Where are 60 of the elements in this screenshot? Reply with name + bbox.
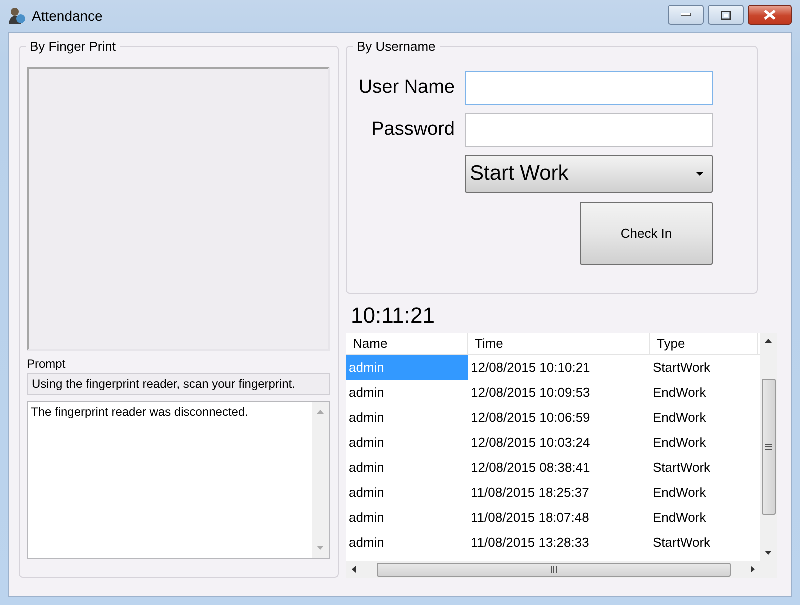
table-cell[interactable]: 11/08/2015 18:07:48 — [468, 505, 650, 530]
scroll-thumb[interactable] — [376, 562, 730, 576]
app-icon — [8, 7, 26, 25]
column-header[interactable]: Name — [346, 333, 468, 354]
table-cell[interactable]: 12/08/2015 10:10:21 — [468, 355, 650, 380]
table-cell[interactable]: EndWork — [650, 430, 758, 455]
group-title: By Finger Print — [26, 39, 120, 54]
field-label: Password — [370, 119, 456, 141]
scroll-up-icon — [765, 339, 772, 343]
table-cell[interactable]: admin — [346, 430, 468, 455]
window-title: Attendance — [32, 8, 103, 24]
table-cell[interactable]: EndWork — [650, 405, 758, 430]
table-cell[interactable]: StartWork — [650, 455, 758, 480]
check-in-button[interactable]: Check In — [580, 202, 713, 265]
field-label: User Name — [358, 77, 456, 99]
restore-icon — [721, 10, 731, 20]
table-cell[interactable]: 12/08/2015 10:09:53 — [468, 380, 650, 405]
table-cell[interactable]: 11/08/2015 13:28:33 — [468, 530, 650, 555]
scroll-left-icon — [352, 566, 356, 573]
column-header[interactable]: Time — [468, 333, 650, 354]
input-field[interactable] — [465, 113, 713, 147]
table-cell[interactable]: 11/08/2015 18:25:37 — [468, 480, 650, 505]
minimize-icon — [681, 13, 691, 17]
maximize-button[interactable] — [708, 5, 744, 25]
scroll-thumb[interactable] — [762, 379, 776, 515]
column-header[interactable]: Type — [650, 333, 758, 354]
prompt-label: Prompt — [27, 357, 67, 371]
action-dropdown[interactable]: Start Work — [465, 155, 713, 193]
table-cell[interactable]: 12/08/2015 08:38:41 — [468, 455, 650, 480]
vertical-scrollbar[interactable] — [312, 402, 329, 558]
table-cell[interactable]: EndWork — [650, 380, 758, 405]
scroll-up-icon — [317, 410, 324, 414]
table-cell[interactable]: admin — [346, 455, 468, 480]
table-cell[interactable]: admin — [346, 480, 468, 505]
vertical-scrollbar[interactable] — [760, 333, 777, 561]
horizontal-scrollbar[interactable] — [346, 561, 777, 578]
scroll-down-icon — [317, 546, 324, 550]
grip-icon — [550, 566, 556, 573]
scroll-right-icon — [751, 566, 755, 573]
table-cell[interactable]: admin — [346, 380, 468, 405]
table-cell[interactable]: EndWork — [650, 480, 758, 505]
table-cell[interactable]: admin — [346, 505, 468, 530]
message-text: The fingerprint reader was disconnected. — [31, 405, 250, 419]
table-cell[interactable]: admin — [346, 405, 468, 430]
grip-icon — [765, 444, 772, 450]
group-title: By Username — [353, 39, 440, 54]
table-cell[interactable]: StartWork — [650, 355, 758, 380]
dropdown-caret-icon — [696, 172, 704, 176]
scroll-down-icon — [765, 551, 772, 555]
clock-time: 10:11:21 — [351, 303, 436, 329]
table-cell[interactable]: EndWork — [650, 505, 758, 530]
input-field[interactable] — [465, 71, 713, 105]
prompt-text: Using the fingerprint reader, scan your fingerprint. — [27, 373, 330, 395]
close-icon — [764, 10, 776, 20]
table-cell[interactable]: 12/08/2015 10:03:24 — [468, 430, 650, 455]
table-cell[interactable]: admin — [346, 530, 468, 555]
table-cell[interactable]: StartWork — [650, 530, 758, 555]
table-cell[interactable]: 12/08/2015 10:06:59 — [468, 405, 650, 430]
close-button[interactable] — [748, 5, 792, 25]
minimize-button[interactable] — [668, 5, 704, 25]
